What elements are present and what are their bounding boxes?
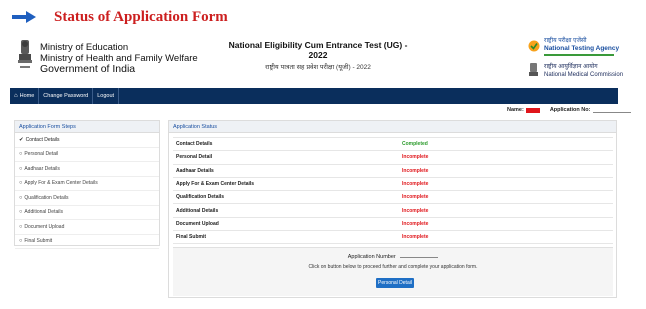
national-emblem-icon [18,40,32,68]
nta-logo-icon [528,40,540,52]
status-row-label: Personal Detail [173,150,399,165]
step-label: Qualification Details [24,194,69,201]
page-title-bar: Status of Application Form [12,6,228,28]
step-label: Document Upload [24,223,65,230]
step-label: Final Submit [24,238,53,245]
step-item[interactable]: ○ Final Submit [15,235,159,249]
status-row-value: Incomplete [399,164,613,178]
nta-underline [544,54,614,56]
step-item[interactable]: ○ Personal Detail [15,148,159,162]
step-label: Aadhaar Details [24,165,60,172]
nmc-logo-icon [529,63,538,76]
step-label: Contact Details [25,136,60,143]
status-row-value: Incomplete [399,230,613,245]
application-no-value [593,107,632,113]
circle-icon: ○ [19,151,23,158]
application-no-label: Application No: [549,107,591,113]
status-row-value: Incomplete [399,203,613,218]
top-navbar: ⌂ Home Change Password Logout [10,88,618,104]
nta-english: National Testing Agency [544,45,620,52]
circle-icon: ○ [19,223,23,230]
check-circle-icon: ✔ [19,136,24,143]
name-label: Name: [507,107,524,113]
application-number-value [400,252,439,258]
status-row-value: Incomplete [399,190,613,205]
nav-change-password[interactable]: Change Password [39,88,94,104]
nmc-hindi: राष्ट्रीय आयुर्विज्ञान आयोग [544,64,598,70]
status-row-value: Incomplete [399,177,613,192]
step-item[interactable]: ○ Qualification Details [15,191,159,206]
circle-icon: ○ [19,209,23,216]
status-row-value: Incomplete [399,150,613,165]
nav-logout[interactable]: Logout [93,88,120,104]
proceed-box: Application Number Click on button below… [173,247,613,296]
status-row-value: Incomplete [399,217,613,232]
step-item[interactable]: ○ Additional Details [15,206,159,220]
nav-home[interactable]: ⌂ Home [10,88,40,104]
step-label: Personal Detail [24,151,59,158]
circle-icon: ○ [19,165,23,172]
nmc-english: National Medical Commission [544,72,624,78]
ministry-line-3: Government of India [40,63,136,75]
status-row-label: Contact Details [173,136,399,152]
right-arrow-icon [12,11,36,23]
status-row-label: Aadhaar Details [173,164,399,178]
circle-icon: ○ [19,194,23,201]
status-table: Contact Details Completed Personal Detail I… [173,136,613,245]
exam-title-hindi: राष्ट्रीय पात्रता सह प्रवेश परीक्षा (यूज… [265,64,371,71]
user-info-row: Name: Application No: [507,107,632,113]
application-number-label: Application Number [347,254,396,260]
status-row-value: Completed [399,136,613,152]
circle-icon: ○ [19,180,23,187]
exam-title-english: National Eligibility Cum Entrance Test (… [228,40,408,60]
step-item[interactable]: ○ Document Upload [15,220,159,235]
page-heading: Status of Application Form [54,8,228,25]
step-label: Additional Details [24,209,63,216]
status-row-label: Qualification Details [173,190,399,205]
name-redacted [525,107,540,113]
status-row-label: Final Submit [173,230,399,245]
status-panel-title: Application Status [169,121,616,133]
status-panel: Application Status Contact Details Comple… [168,120,617,298]
status-row: Qualification Details Incomplete [173,190,613,205]
nta-hindi: राष्ट्रीय परीक्षा एजेंसी [544,38,587,44]
status-row: Apply For & Exam Center Details Incomplet… [173,177,613,192]
status-row: Document Upload Incomplete [173,217,613,232]
status-row-label: Additional Details [173,203,399,218]
circle-icon: ○ [19,238,23,245]
exam-title: National Eligibility Cum Entrance Test (… [228,40,408,71]
proceed-text: Click on button below to proceed further… [308,264,478,270]
status-row-label: Apply For & Exam Center Details [173,177,399,192]
steps-panel-title: Application Form Steps [15,121,159,133]
step-item[interactable]: ○ Apply For & Exam Center Details [15,177,159,191]
status-row: Final Submit Incomplete [173,230,613,245]
status-row: Aadhaar Details Incomplete [173,164,613,178]
nav-home-label: Home [19,93,35,99]
status-row: Personal Detail Incomplete [173,150,613,165]
step-item[interactable]: ○ Aadhaar Details [15,162,159,177]
home-icon: ⌂ [14,93,18,99]
ministry-line-1: Ministry of Education [40,42,129,53]
status-row-label: Document Upload [173,217,399,232]
step-item[interactable]: ✔ Contact Details [15,133,159,148]
status-row: Additional Details Incomplete [173,203,613,218]
ministry-block: Ministry of Education Ministry of Health… [40,42,198,75]
status-row: Contact Details Completed [173,136,613,152]
site-header: Ministry of Education Ministry of Health… [10,34,623,86]
steps-panel: Application Form Steps ✔ Contact Details ○… [14,120,160,249]
personal-detail-button[interactable]: Personal Detail [376,278,414,288]
step-label: Apply For & Exam Center Details [24,180,98,187]
